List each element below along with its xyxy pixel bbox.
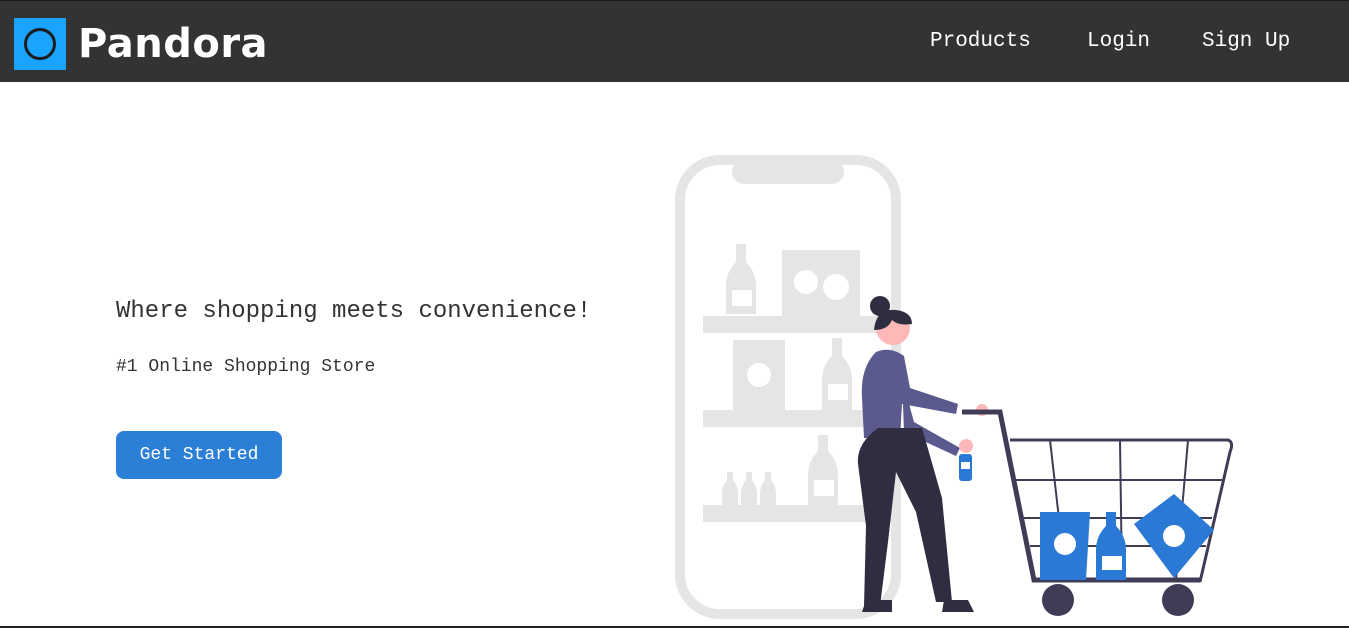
small-bottle-icon — [741, 472, 757, 505]
hero-subheading: #1 Online Shopping Store — [116, 357, 376, 377]
cart-snack-bag-window — [1054, 533, 1076, 555]
navbar: Pandora Products Login Sign Up — [0, 0, 1349, 82]
shopper-figure — [857, 296, 988, 612]
small-bottle-icon — [722, 472, 738, 505]
phone-notch — [732, 160, 844, 184]
hand — [959, 439, 973, 453]
brand-name[interactable]: Pandora — [78, 18, 268, 70]
logo-ring — [24, 28, 56, 60]
snack-bag-window — [747, 363, 771, 387]
hero-heading: Where shopping meets convenience! — [116, 298, 592, 325]
cart-box-window — [1163, 525, 1185, 547]
shoe — [942, 600, 974, 612]
cart-wheel — [1162, 584, 1194, 616]
bottle-label — [828, 384, 848, 400]
held-bottle-label — [961, 462, 970, 469]
shopping-cart-icon — [962, 409, 1234, 616]
bottle-label — [732, 290, 752, 306]
nav-link-products[interactable]: Products — [930, 29, 1031, 55]
bottle-label — [814, 480, 834, 496]
nav-link-sign-up[interactable]: Sign Up — [1202, 29, 1290, 55]
legs — [857, 428, 952, 606]
cart-wheel — [1042, 584, 1074, 616]
shopping-illustration — [675, 155, 1234, 619]
small-bottle-icon — [760, 472, 776, 505]
snack-bag-window — [794, 270, 818, 294]
shoe — [862, 600, 892, 612]
get-started-button[interactable]: Get Started — [116, 431, 282, 479]
cart-bottle-label — [1102, 556, 1122, 570]
logo-icon[interactable] — [14, 18, 66, 70]
nav-link-login[interactable]: Login — [1087, 29, 1150, 55]
shelf-top — [703, 316, 899, 333]
snack-bag-window — [823, 274, 849, 300]
